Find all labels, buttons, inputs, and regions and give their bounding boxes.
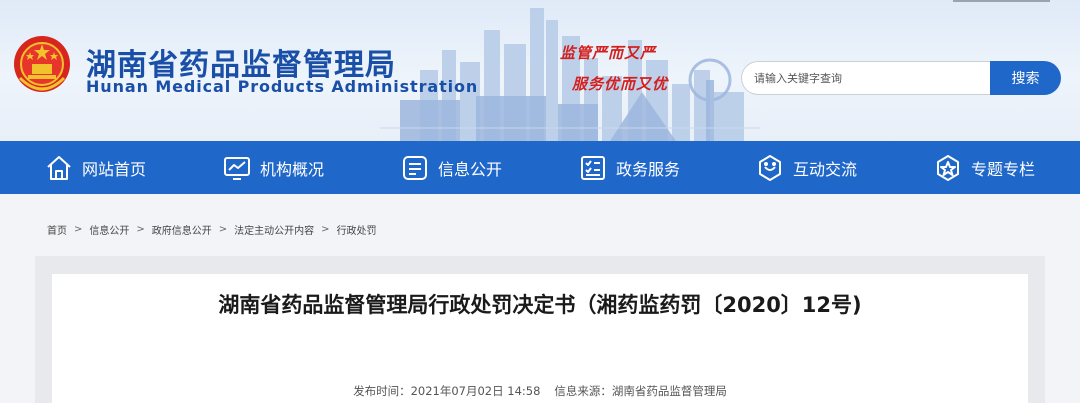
site-title-english: Hunan Medical Products Administration	[86, 77, 479, 96]
nav-item-home[interactable]: 网站首页	[44, 141, 146, 194]
nav-item-label: 互动交流	[793, 159, 858, 179]
breadcrumb-gov-info-disclosure[interactable]: 政府信息公开	[152, 222, 212, 237]
breadcrumb-separator: >	[218, 223, 228, 235]
home-icon	[47, 155, 71, 180]
site-header: 湖南省药品监督管理局 Hunan Medical Products Admini…	[0, 0, 1080, 141]
breadcrumb-statutory-content[interactable]: 法定主动公开内容	[234, 222, 314, 237]
breadcrumb-home[interactable]: 首页	[47, 222, 67, 237]
nav-item-info[interactable]: 信息公开	[400, 141, 502, 194]
city-skyline-illustration	[380, 8, 760, 141]
checklist-icon	[581, 155, 605, 180]
slogan-line-2: 服务优而又优	[572, 75, 669, 93]
top-divider	[953, 0, 1050, 2]
nav-item-label: 信息公开	[438, 159, 503, 179]
nav-item-label: 专题专栏	[971, 159, 1036, 179]
breadcrumb-admin-penalty[interactable]: 行政处罚	[337, 222, 377, 237]
info-document-icon	[403, 155, 427, 180]
nav-item-interaction[interactable]: 互动交流	[755, 141, 857, 194]
nav-item-label: 政务服务	[616, 159, 681, 179]
publish-time-label: 发布时间：	[353, 384, 411, 398]
main-navigation: 网站首页 机构概况 信息公开 政务服务 互动交流 专题专栏	[0, 141, 1080, 194]
breadcrumb: 首页 > 信息公开 > 政府信息公开 > 法定主动公开内容 > 行政处罚	[47, 221, 377, 237]
breadcrumb-separator: >	[321, 223, 330, 235]
badge-star-icon	[937, 154, 959, 181]
article-meta: 发布时间：2021年07月02日 14:58 信息来源：湖南省药品监督管理局	[52, 383, 1028, 399]
breadcrumb-info-disclosure[interactable]: 信息公开	[89, 222, 129, 237]
national-emblem-icon	[14, 36, 70, 92]
nav-item-label: 网站首页	[82, 159, 147, 179]
nav-item-about[interactable]: 机构概况	[222, 141, 324, 194]
slogan-line-1: 监管严而又严	[560, 44, 657, 62]
breadcrumb-separator: >	[74, 223, 83, 235]
article-title: 湖南省药品监督管理局行政处罚决定书（湘药监药罚〔2020〕12号)	[218, 293, 862, 317]
search-input[interactable]	[741, 61, 991, 95]
source-value: 湖南省药品监督管理局	[611, 384, 727, 398]
publish-time: 2021年07月02日 14:58	[410, 384, 541, 398]
nav-item-services[interactable]: 政务服务	[578, 141, 680, 194]
chat-bubble-icon	[759, 154, 781, 181]
monitor-chart-icon	[224, 156, 250, 180]
breadcrumb-separator: >	[136, 223, 145, 235]
nav-item-label: 机构概况	[260, 159, 325, 179]
search-button[interactable]: 搜索	[990, 61, 1061, 95]
source-label: 信息来源：	[554, 384, 612, 398]
nav-item-topics[interactable]: 专题专栏	[933, 141, 1035, 194]
